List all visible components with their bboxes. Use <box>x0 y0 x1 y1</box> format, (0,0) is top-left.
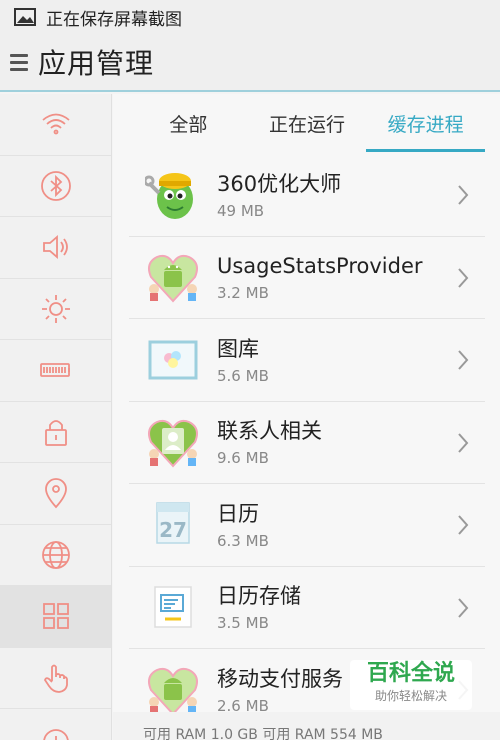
brightness-icon <box>41 294 70 323</box>
tab-running[interactable]: 正在运行 <box>248 94 367 152</box>
app-size: 9.6 MB <box>217 449 269 468</box>
app-name: 日历存储 <box>217 584 301 609</box>
sidebar-item-lock[interactable] <box>0 402 111 463</box>
sidebar-item-battery[interactable] <box>0 340 111 402</box>
chevron-right-icon <box>458 185 469 205</box>
tab-all[interactable]: 全部 <box>129 94 248 152</box>
sidebar-item-wifi[interactable] <box>0 94 111 156</box>
app-size: 49 MB <box>217 201 265 220</box>
hand-pointer-icon <box>43 664 68 693</box>
app-name: 联系人相关 <box>217 419 322 444</box>
bluetooth-icon <box>40 170 71 201</box>
app-size: 5.6 MB <box>217 366 269 385</box>
360-optimizer-icon <box>145 167 201 223</box>
chevron-right-icon <box>458 350 469 370</box>
location-icon <box>44 478 67 509</box>
app-list: 360优化大师 49 MB UsageStatsProvider 3.2 MB <box>129 154 485 732</box>
menu-icon[interactable] <box>10 50 28 75</box>
chevron-right-icon <box>458 597 469 618</box>
apps-grid-icon <box>42 603 69 630</box>
tab-bar: 全部 正在运行 缓存进程 <box>129 94 485 152</box>
sidebar <box>0 94 112 740</box>
app-name: 图库 <box>217 336 259 361</box>
chevron-right-icon <box>458 432 469 453</box>
wifi-icon <box>41 113 70 135</box>
sidebar-item-more[interactable] <box>0 709 111 740</box>
sidebar-item-volume[interactable] <box>0 217 111 279</box>
sidebar-item-bluetooth[interactable] <box>0 156 111 217</box>
main-panel: 全部 正在运行 缓存进程 360优化大师 49 MB UsageStatsPro… <box>113 94 500 740</box>
status-bar: 正在保存屏幕截图 <box>0 0 500 34</box>
tab-cached[interactable]: 缓存进程 <box>366 94 485 152</box>
list-item[interactable]: UsageStatsProvider 3.2 MB <box>129 237 485 319</box>
list-item[interactable]: 图库 5.6 MB <box>129 319 485 402</box>
list-item[interactable]: 360优化大师 49 MB <box>129 154 485 237</box>
page-title: 应用管理 <box>38 47 155 80</box>
app-name: 360优化大师 <box>217 171 342 196</box>
globe-icon <box>41 540 70 569</box>
app-name: 日历 <box>217 501 259 526</box>
app-size: 3.5 MB <box>217 614 269 633</box>
contacts-heart-icon <box>145 414 201 470</box>
battery-icon <box>39 363 70 378</box>
sidebar-item-location[interactable] <box>0 463 111 525</box>
calendar-storage-icon <box>145 579 201 635</box>
volume-icon <box>42 235 68 260</box>
app-bar: 应用管理 <box>0 34 500 92</box>
sidebar-item-apps[interactable] <box>0 586 111 648</box>
calendar-day-text: 27 <box>159 518 187 542</box>
list-item[interactable]: 联系人相关 9.6 MB <box>129 402 485 484</box>
app-size: 3.2 MB <box>217 284 269 303</box>
ram-status-bar: 可用 RAM 1.0 GB 可用 RAM 554 MB <box>113 712 500 740</box>
android-heart-icon <box>145 249 201 305</box>
sidebar-item-gesture[interactable] <box>0 648 111 709</box>
app-size: 6.3 MB <box>217 531 269 550</box>
sidebar-item-globe[interactable] <box>0 525 111 586</box>
list-item[interactable]: 27 日历 6.3 MB <box>129 484 485 567</box>
app-name: UsageStatsProvider <box>217 254 423 279</box>
misc-icon <box>42 729 69 740</box>
android-heart-icon <box>145 662 201 718</box>
chevron-right-icon <box>458 267 469 288</box>
status-text: 正在保存屏幕截图 <box>46 9 182 30</box>
lock-icon <box>44 419 67 446</box>
watermark: 百科全说 助你轻松解决 <box>350 660 472 710</box>
chevron-right-icon <box>458 515 469 535</box>
list-item[interactable]: 日历存储 3.5 MB <box>129 567 485 649</box>
sidebar-item-brightness[interactable] <box>0 279 111 340</box>
calendar-icon: 27 <box>145 497 201 553</box>
image-icon <box>14 8 36 26</box>
watermark-subtitle: 助你轻松解决 <box>374 689 447 703</box>
gallery-icon <box>145 332 201 388</box>
watermark-title: 百科全说 <box>366 661 455 686</box>
